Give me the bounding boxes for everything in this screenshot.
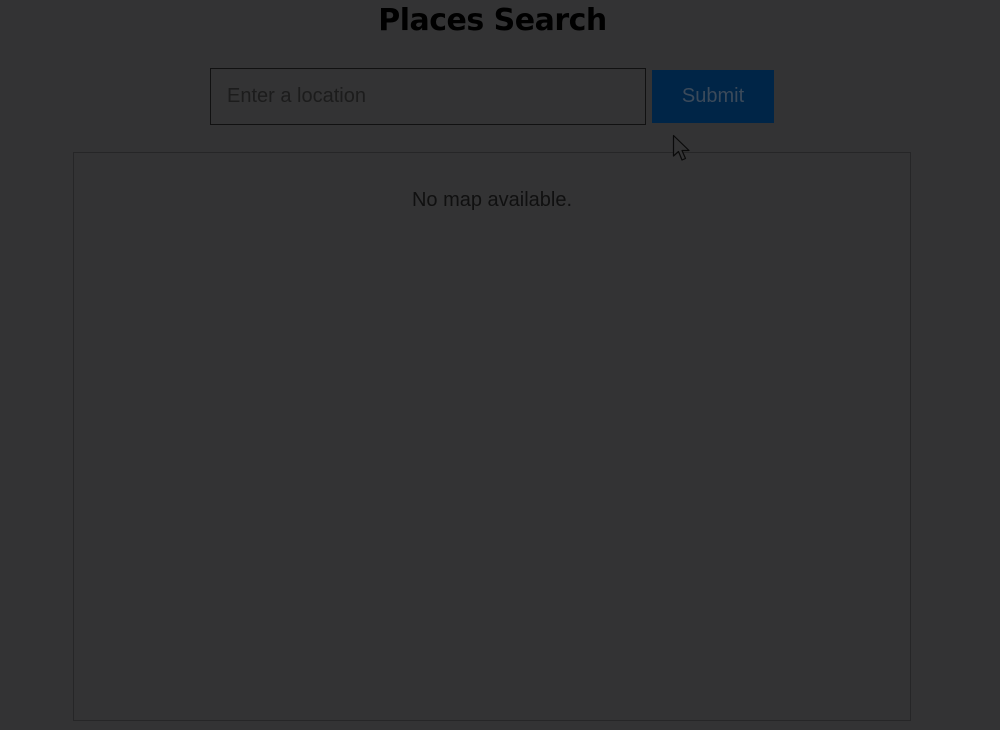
map-container: No map available. <box>73 152 911 721</box>
location-search-input[interactable] <box>210 68 646 125</box>
submit-button[interactable]: Submit <box>652 70 774 123</box>
map-status-message: No map available. <box>411 189 573 211</box>
mouse-pointer-icon <box>672 134 690 161</box>
page-title: Places Search <box>378 3 607 38</box>
